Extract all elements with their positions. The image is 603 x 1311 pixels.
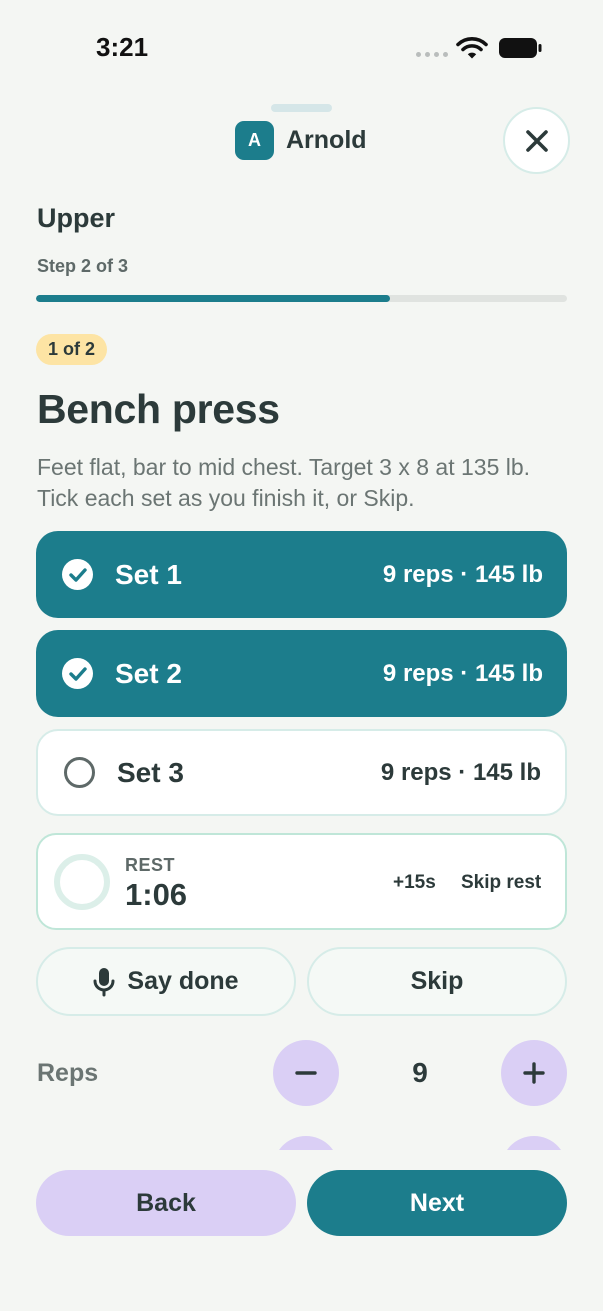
progress-bar <box>36 295 567 302</box>
say-done-button[interactable]: Say done <box>36 947 296 1016</box>
rest-timer-card: REST 1:06 +15s Skip rest <box>36 833 567 930</box>
say-done-label: Say done <box>127 967 239 995</box>
status-bar: 3:21 <box>0 0 603 96</box>
step-label: Step 2 of 3 <box>37 256 129 276</box>
next-stepper-row-clipped <box>0 1128 603 1150</box>
set-detail: 9 reps · 145 lb <box>380 758 541 786</box>
empty-circle-icon <box>64 757 95 788</box>
workout-title: Upper <box>37 203 116 233</box>
exercise-description: Feet flat, bar to mid chest. Target 3 x … <box>37 454 531 511</box>
battery-icon <box>499 38 542 58</box>
plus-icon <box>523 1062 545 1084</box>
microphone-icon <box>93 967 115 996</box>
skip-rest-button[interactable]: Skip rest <box>461 872 541 894</box>
back-button[interactable]: Back <box>36 1170 296 1236</box>
exercise-counter-badge: 1 of 2 <box>36 334 108 365</box>
skip-button[interactable]: Skip <box>307 947 567 1016</box>
set-detail: 9 reps · 145 lb <box>382 659 543 687</box>
increment-reps-button[interactable] <box>501 1040 567 1106</box>
close-button[interactable] <box>503 107 570 174</box>
reps-value: 9 <box>412 1057 428 1088</box>
minus-icon <box>295 1071 317 1075</box>
rest-time: 1:06 <box>125 877 188 912</box>
status-time: 3:21 <box>96 32 149 62</box>
wifi-icon <box>456 37 488 59</box>
next-button[interactable]: Next <box>307 1170 567 1236</box>
skip-label: Skip <box>410 967 464 995</box>
set-row-1[interactable]: Set 1 9 reps · 145 lb <box>36 531 567 618</box>
avatar: A <box>235 121 274 160</box>
user-chip: A Arnold <box>235 121 367 160</box>
close-icon <box>525 129 548 152</box>
decrement-reps-button[interactable] <box>273 1040 339 1106</box>
exercise-title: Bench press <box>37 386 280 432</box>
add-15s-button[interactable]: +15s <box>393 872 436 894</box>
set-label: Set 2 <box>115 657 182 689</box>
signal-dots-icon <box>416 52 448 57</box>
set-label: Set 3 <box>117 756 184 788</box>
progress-fill <box>36 295 391 302</box>
set-label: Set 1 <box>115 558 182 590</box>
sheet-grabber[interactable] <box>271 104 332 112</box>
rest-label: REST <box>125 855 176 875</box>
rest-progress-ring <box>54 854 110 910</box>
increment-button-partial[interactable] <box>501 1136 567 1150</box>
set-row-3[interactable]: Set 3 9 reps · 145 lb <box>36 729 567 816</box>
user-name: Arnold <box>286 126 367 154</box>
check-circle-icon <box>62 559 93 590</box>
reps-label: Reps <box>37 1059 99 1087</box>
decrement-button-partial[interactable] <box>273 1136 339 1150</box>
set-detail: 9 reps · 145 lb <box>382 560 543 588</box>
check-circle-icon <box>62 658 93 689</box>
set-row-2[interactable]: Set 2 9 reps · 145 lb <box>36 630 567 717</box>
